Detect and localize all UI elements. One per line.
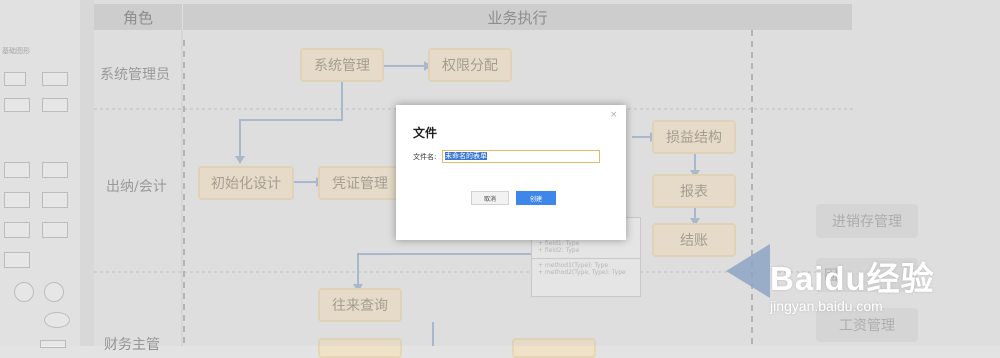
close-icon[interactable]: × bbox=[610, 110, 618, 120]
new-file-dialog: 文件 × 文件名: 未命名的表单 取消 创建 bbox=[396, 105, 626, 240]
filename-value: 未命名的表单 bbox=[445, 152, 487, 160]
watermark-arrow-icon bbox=[726, 244, 770, 298]
watermark-logo: Baidu经验 bbox=[770, 260, 935, 297]
cancel-button[interactable]: 取消 bbox=[471, 191, 509, 205]
dialog-title: 文件 bbox=[413, 126, 438, 140]
filename-input[interactable]: 未命名的表单 bbox=[442, 150, 600, 163]
watermark-url: jingyan.baidu.com bbox=[770, 298, 883, 314]
create-button[interactable]: 创建 bbox=[516, 191, 556, 205]
filename-label: 文件名: bbox=[413, 153, 437, 161]
